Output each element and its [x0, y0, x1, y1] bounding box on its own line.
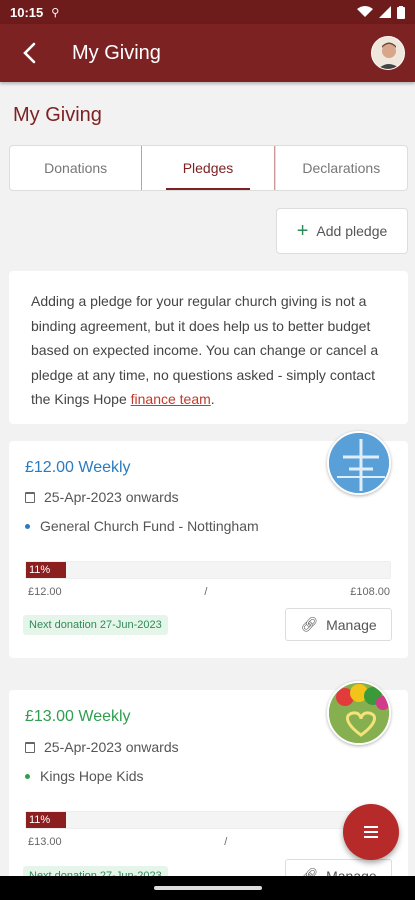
- pledge-fund: Kings Hope Kids: [40, 768, 144, 784]
- arrow-left-icon: [23, 42, 36, 64]
- add-pledge-label: Add pledge: [316, 223, 388, 239]
- notification-icon: ⚲: [51, 6, 60, 19]
- fund-thumbnail: [327, 431, 391, 495]
- pledge-fund-row: General Church Fund - Nottingham: [25, 518, 259, 534]
- tab-donations[interactable]: Donations: [10, 146, 141, 190]
- next-donation-badge: Next donation 27-Jun-2023: [23, 615, 168, 635]
- pledge-date-row: 25-Apr-2023 onwards: [25, 489, 179, 505]
- fund-thumbnail: [327, 681, 391, 745]
- pledge-info-end: .: [210, 391, 215, 407]
- fund-dot-icon: [25, 523, 30, 529]
- giving-tabs: Donations Pledges Declarations: [9, 145, 408, 191]
- pledge-info-panel: Adding a pledge for your regular church …: [9, 271, 408, 424]
- add-pledge-button[interactable]: + Add pledge: [276, 208, 408, 254]
- manage-label: Manage: [326, 616, 377, 633]
- plus-icon: +: [296, 220, 309, 242]
- calendar-icon: [25, 741, 35, 753]
- pledge-max: £108.00: [350, 586, 390, 598]
- pledge-separator: /: [224, 836, 228, 848]
- home-gesture-handle[interactable]: [153, 886, 262, 890]
- fund-dot-icon: [25, 773, 30, 779]
- pledge-min: £13.00: [28, 836, 62, 848]
- pledge-separator: /: [204, 586, 208, 598]
- finance-team-link[interactable]: finance team: [131, 391, 211, 407]
- link-icon: 🔗︎: [300, 616, 319, 632]
- pledge-start-date: 25-Apr-2023 onwards: [44, 489, 179, 505]
- pledge-date-row: 25-Apr-2023 onwards: [25, 739, 179, 755]
- app-bar-title: My Giving: [72, 41, 161, 64]
- menu-fab-button[interactable]: [343, 804, 399, 860]
- calendar-icon: [25, 491, 35, 503]
- pledge-progress-bar: 11%: [25, 811, 391, 829]
- pledge-fund: General Church Fund - Nottingham: [40, 518, 259, 534]
- pledge-start-date: 25-Apr-2023 onwards: [44, 739, 179, 755]
- manage-button[interactable]: 🔗︎ Manage: [285, 608, 392, 641]
- pledge-progress-fill: 11%: [26, 562, 67, 578]
- menu-icon: [364, 826, 378, 838]
- system-nav-bar: [0, 876, 415, 900]
- cellular-icon: [379, 6, 391, 18]
- pledge-info-text: Adding a pledge for your regular church …: [31, 293, 379, 407]
- back-button[interactable]: [0, 24, 58, 82]
- status-bar: 10:15 ⚲: [0, 0, 415, 24]
- avatar[interactable]: [371, 36, 405, 70]
- pledge-fund-row: Kings Hope Kids: [25, 768, 144, 784]
- pledge-amount: £12.00 Weekly: [25, 459, 131, 476]
- battery-icon: [397, 5, 405, 19]
- pledge-progress-fill: 11%: [26, 812, 67, 828]
- app-bar: My Giving: [0, 24, 415, 82]
- pledge-amount: £13.00 Weekly: [25, 708, 131, 725]
- pledge-progress-range: £13.00 /: [28, 836, 390, 848]
- pledge-progress-bar: 11%: [25, 561, 391, 579]
- pledge-progress-range: £12.00 / £108.00: [28, 586, 390, 598]
- status-time: 10:15: [10, 4, 44, 20]
- user-photo-icon: [372, 37, 404, 69]
- page-title: My Giving: [13, 104, 102, 126]
- pledge-min: £12.00: [28, 586, 62, 598]
- tab-declarations[interactable]: Declarations: [274, 146, 407, 190]
- tab-pledges[interactable]: Pledges: [141, 146, 275, 190]
- wifi-icon: [357, 6, 373, 17]
